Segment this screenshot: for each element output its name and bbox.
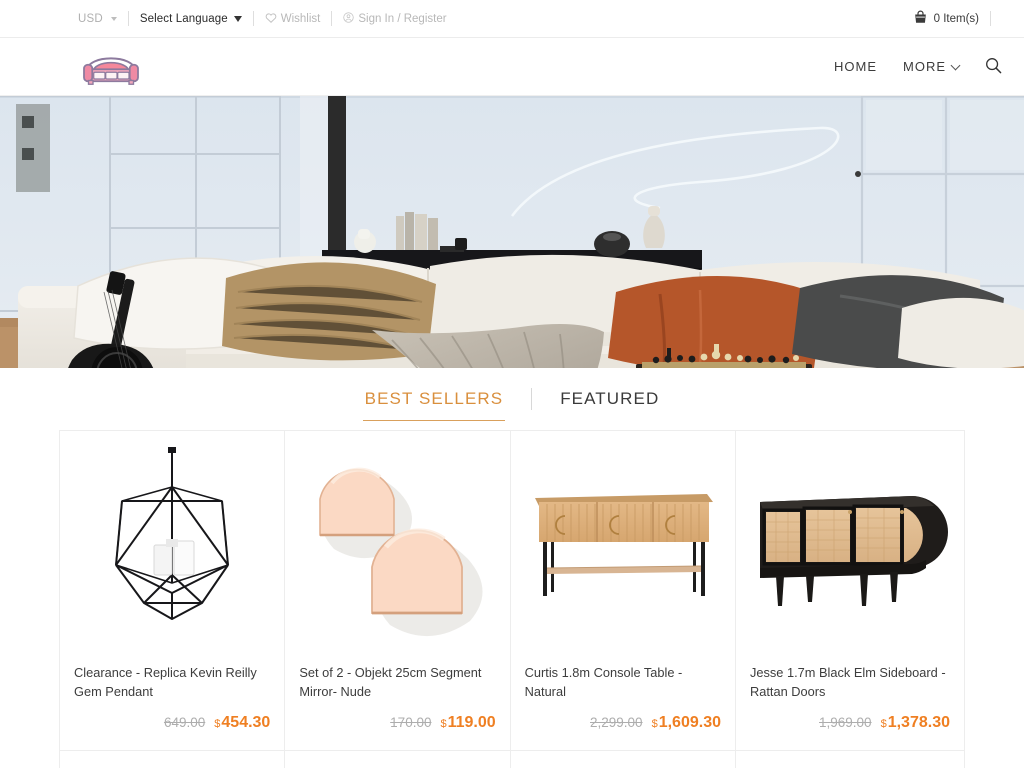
currency-symbol: $ xyxy=(651,718,658,730)
product-card[interactable]: Set of 2 - Objekt 25cm Segment Mirror- N… xyxy=(285,431,511,751)
language-selector[interactable]: Select Language xyxy=(140,13,242,25)
user-circle-icon xyxy=(343,11,354,26)
language-label: Select Language xyxy=(139,12,228,25)
price-original: 649.00 xyxy=(163,715,206,730)
product-title: Curtis 1.8m Console Table - Natural xyxy=(524,665,683,699)
account-label: Sign In / Register xyxy=(358,12,447,25)
product-title: Jesse 1.7m Black Elm Sideboard - Rattan … xyxy=(749,665,946,699)
product-image-nude-segment-mirrors[interactable] xyxy=(299,435,495,651)
product-title: Clearance - Replica Kevin Reilly Gem Pen… xyxy=(74,665,257,699)
wishlist-link[interactable]: Wishlist xyxy=(265,12,321,26)
product-card[interactable]: Jesse 1.7m Black Elm Sideboard - Rattan … xyxy=(735,431,965,751)
shopping-bag-icon xyxy=(913,10,928,27)
price-sale: $1,378.30 xyxy=(881,714,950,732)
price-value: 454.30 xyxy=(221,714,271,731)
account-link[interactable]: Sign In / Register xyxy=(343,11,447,26)
price-value: 1,609.30 xyxy=(658,714,721,731)
price-original: 1,969.00 xyxy=(819,715,872,730)
currency-symbol: $ xyxy=(880,718,887,730)
product-card[interactable]: Clearance - Replica Kevin Reilly Gem Pen… xyxy=(60,431,286,751)
nav-label: MORE xyxy=(903,59,946,74)
currency-label: USD xyxy=(78,12,103,25)
divider xyxy=(531,388,533,410)
price-sale: $454.30 xyxy=(214,714,270,732)
product-price: 2,299.00 $1,609.30 xyxy=(525,714,721,732)
product-card[interactable] xyxy=(735,751,965,768)
product-card[interactable] xyxy=(60,751,286,768)
heart-icon xyxy=(265,12,277,26)
tab-label: FEATURED xyxy=(560,389,660,408)
price-sale: $1,609.30 xyxy=(652,714,721,732)
chevron-down-icon xyxy=(110,16,117,21)
product-title: Set of 2 - Objekt 25cm Segment Mirror- N… xyxy=(299,665,482,699)
product-price: 1,969.00 $1,378.30 xyxy=(750,714,950,732)
site-header: HOME MORE xyxy=(0,38,1024,96)
currency-symbol: $ xyxy=(214,718,221,730)
main-navigation: HOME MORE xyxy=(834,57,1002,77)
topbar-right-group: 0 Item(s) xyxy=(913,10,1002,27)
product-card[interactable] xyxy=(285,751,511,768)
divider xyxy=(990,11,991,26)
divider xyxy=(127,11,129,26)
product-card[interactable]: Curtis 1.8m Console Table - Natural 2,29… xyxy=(510,431,736,751)
price-value: 1,378.30 xyxy=(887,714,950,731)
nav-item-home[interactable]: HOME xyxy=(834,59,877,74)
product-card[interactable] xyxy=(510,751,736,768)
search-icon xyxy=(985,57,1002,77)
divider xyxy=(331,11,333,26)
product-image-black-elm-sideboard[interactable] xyxy=(750,435,950,651)
price-original: 170.00 xyxy=(390,715,432,730)
nav-item-more[interactable]: MORE xyxy=(903,59,961,74)
top-utility-bar: USD Select Language Wishlist Sign In / R… xyxy=(0,0,1024,38)
product-image-natural-console-table[interactable] xyxy=(525,435,721,651)
currency-symbol: $ xyxy=(440,718,447,730)
price-original: 2,299.00 xyxy=(590,715,643,730)
product-grid-wrapper: Clearance - Replica Kevin Reilly Gem Pen… xyxy=(0,430,1024,768)
tab-featured[interactable]: FEATURED xyxy=(558,383,661,415)
product-image-geometric-pendant-light[interactable] xyxy=(74,435,270,651)
nav-label: HOME xyxy=(834,59,877,74)
topbar-left-group: USD Select Language Wishlist Sign In / R… xyxy=(78,11,447,26)
cart-label: 0 Item(s) xyxy=(933,12,979,25)
wishlist-label: Wishlist xyxy=(280,12,321,25)
chevron-down-icon xyxy=(950,60,961,70)
hero-banner[interactable] xyxy=(0,96,1024,368)
price-value: 119.00 xyxy=(447,714,496,731)
tab-label: BEST SELLERS xyxy=(364,389,504,408)
product-price: 649.00 $454.30 xyxy=(74,714,270,732)
cart-link[interactable]: 0 Item(s) xyxy=(913,10,979,27)
sofa-logo-icon[interactable] xyxy=(78,45,144,89)
product-price: 170.00 $119.00 xyxy=(299,714,495,732)
currency-selector[interactable]: USD xyxy=(78,13,117,25)
caret-down-icon xyxy=(233,15,242,22)
price-sale: $119.00 xyxy=(440,714,495,732)
product-tabs: BEST SELLERS FEATURED xyxy=(0,368,1024,430)
search-button[interactable] xyxy=(985,57,1002,77)
divider xyxy=(252,11,254,26)
product-grid: Clearance - Replica Kevin Reilly Gem Pen… xyxy=(59,430,965,768)
tab-best-sellers[interactable]: BEST SELLERS xyxy=(362,383,506,421)
